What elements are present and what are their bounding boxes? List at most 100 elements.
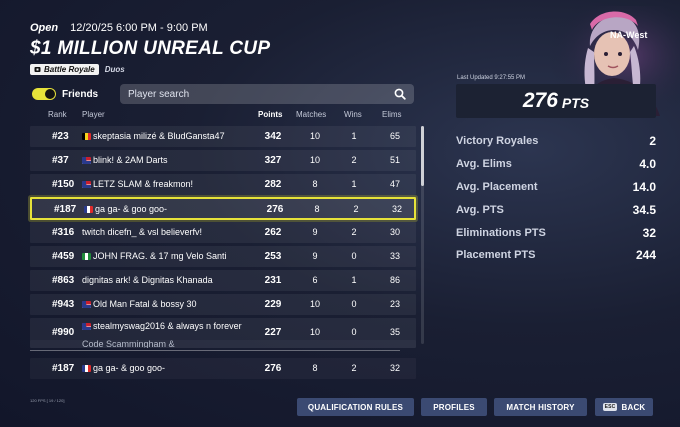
table-row[interactable]: #943 Old Man Fatal & bossy 30 229 10 0 2… <box>30 294 416 315</box>
matches-cell: 8 <box>314 204 320 214</box>
player-cell: skeptasia milizé & BludGansta47 <box>82 131 252 142</box>
stat-row: Avg. PTS 34.5 <box>456 198 656 221</box>
rank-cell: #23 <box>52 131 69 142</box>
table-row[interactable]: #459 JOHN FRAG. & 17 mg Velo Santi 253 9… <box>30 246 416 267</box>
flag-icon <box>82 157 91 164</box>
leaderboard-header: Rank Player Points Matches Wins Elims <box>30 110 416 122</box>
rank-cell: #459 <box>52 251 75 262</box>
event-tags: Battle Royale Duos <box>30 64 270 75</box>
rank-cell: #150 <box>52 179 75 190</box>
flag-icon <box>82 323 91 330</box>
matches-cell: 10 <box>309 327 320 337</box>
elims-cell: 23 <box>389 299 400 309</box>
player-name: Code Scammingham & <box>82 340 175 348</box>
flag-icon <box>82 301 91 308</box>
matches-cell: 8 <box>312 363 318 373</box>
player-name: skeptasia milizé & BludGansta47 <box>93 131 225 141</box>
back-button[interactable]: ESC BACK <box>595 398 653 416</box>
stat-row: Eliminations PTS 32 <box>456 221 656 244</box>
player-cell: ga ga- & goo goo- <box>82 363 252 374</box>
table-row[interactable]: #150 LETZ SLAM & freakmon! 282 8 1 47 <box>30 174 416 195</box>
wins-cell: 1 <box>351 179 357 189</box>
event-status: Open <box>30 22 59 34</box>
matches-cell: 10 <box>309 155 320 165</box>
stat-row: Placement PTS 244 <box>456 244 656 267</box>
toggle-switch[interactable] <box>32 88 56 100</box>
wins-cell: 2 <box>353 204 359 214</box>
player-search-input[interactable] <box>128 88 394 100</box>
team-type: Duos <box>104 65 125 74</box>
points-cell: 227 <box>264 327 282 338</box>
player-cell: JOHN FRAG. & 17 mg Velo Santi <box>82 251 252 262</box>
points-total-box: 276 PTS <box>456 84 656 118</box>
matches-cell: 9 <box>312 227 318 237</box>
flag-icon <box>82 133 91 140</box>
player-search-bar[interactable] <box>120 84 414 104</box>
player-cell: ga ga- & goo goo- <box>84 204 254 215</box>
elims-cell: 32 <box>391 204 402 214</box>
table-row[interactable]: #316 twitch dicefn_ & vsl believerfv! 26… <box>30 222 416 243</box>
stat-row: Avg. Placement 14.0 <box>456 176 656 199</box>
matches-cell: 6 <box>312 275 318 285</box>
player-name: LETZ SLAM & freakmon! <box>93 179 194 189</box>
stats-panel: Victory Royales 2 Avg. Elims 4.0 Avg. Plac… <box>456 130 656 267</box>
table-row[interactable]: #23 skeptasia milizé & BludGansta47 342 … <box>30 126 416 147</box>
col-player: Player <box>82 110 105 119</box>
stat-value: 2 <box>649 134 656 149</box>
matches-cell: 9 <box>312 251 318 261</box>
stat-row: Victory Royales 2 <box>456 130 656 153</box>
wins-cell: 2 <box>351 363 357 373</box>
stat-value: 32 <box>642 225 656 240</box>
mode-tag: Battle Royale <box>30 64 99 75</box>
elims-cell: 86 <box>389 275 400 285</box>
esc-key-icon: ESC <box>602 403 618 411</box>
friends-toggle[interactable]: Friends <box>32 88 98 100</box>
rank-cell: #990 <box>52 327 75 338</box>
last-updated: Last Updated 9:27:55 PM <box>457 75 526 81</box>
rank-cell: #187 <box>54 204 77 215</box>
match-history-button[interactable]: MATCH HISTORY <box>494 398 587 416</box>
elims-cell: 32 <box>389 363 400 373</box>
stat-label: Avg. Placement <box>456 180 538 193</box>
points-cell: 262 <box>264 227 282 238</box>
player-name: ga ga- & goo goo- <box>95 204 168 214</box>
table-row-partial[interactable]: Code Scammingham & <box>30 340 416 348</box>
event-header: Open 12/20/25 6:00 PM - 9:00 PM $1 MILLI… <box>30 22 270 75</box>
wins-cell: 1 <box>351 275 357 285</box>
points-cell: 231 <box>264 275 282 286</box>
scrollbar-thumb[interactable] <box>421 126 424 186</box>
fps-counter: 120 FPS [ 19 / 120] <box>30 398 65 403</box>
stat-value: 4.0 <box>639 157 656 172</box>
stat-value: 14.0 <box>632 179 656 194</box>
event-status-line: Open 12/20/25 6:00 PM - 9:00 PM <box>30 22 270 34</box>
points-cell: 342 <box>264 131 282 142</box>
points-cell: 327 <box>264 155 282 166</box>
table-row[interactable]: #863 dignitas ark! & Dignitas Khanada 23… <box>30 270 416 291</box>
leaderboard-scrollbar[interactable] <box>421 126 424 344</box>
player-name: ga ga- & goo goo- <box>93 363 166 373</box>
rank-cell: #187 <box>52 363 75 374</box>
elims-cell: 65 <box>389 131 400 141</box>
col-rank: Rank <box>48 110 67 119</box>
points-cell: 276 <box>266 204 284 215</box>
points-cell: 253 <box>264 251 282 262</box>
wins-cell: 2 <box>351 155 357 165</box>
search-icon[interactable] <box>394 88 406 100</box>
wins-cell: 0 <box>351 327 357 337</box>
col-matches: Matches <box>296 110 327 119</box>
elims-cell: 47 <box>389 179 400 189</box>
table-row-selected[interactable]: #187 ga ga- & goo goo- 276 8 2 32 <box>30 197 416 220</box>
divider <box>30 350 400 351</box>
matches-cell: 10 <box>309 299 320 309</box>
rank-cell: #863 <box>52 275 75 286</box>
player-name: Old Man Fatal & bossy 30 <box>93 299 197 309</box>
table-row[interactable]: #37 blink! & 2AM Darts 327 10 2 51 <box>30 150 416 171</box>
profiles-button[interactable]: PROFILES <box>421 398 487 416</box>
col-elims: Elims <box>382 110 402 119</box>
pinned-player-row[interactable]: #187 ga ga- & goo goo- 276 8 2 32 <box>30 358 416 379</box>
player-cell: blink! & 2AM Darts <box>82 155 252 166</box>
stat-label: Victory Royales <box>456 135 539 148</box>
qualification-rules-button[interactable]: QUALIFICATION RULES <box>297 398 414 416</box>
matches-cell: 8 <box>312 179 318 189</box>
event-title: $1 MILLION UNREAL CUP <box>30 38 271 59</box>
